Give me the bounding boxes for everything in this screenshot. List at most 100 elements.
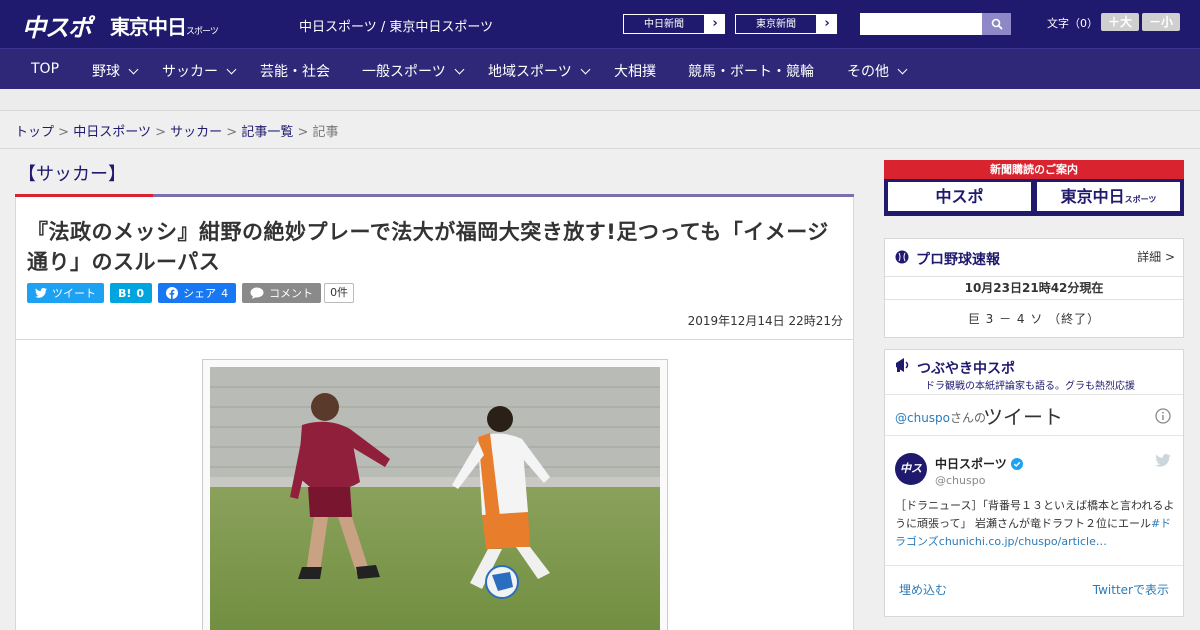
published-date: 2019年12月14日 22時21分	[687, 314, 843, 328]
font-smaller-button[interactable]: －小	[1142, 13, 1180, 31]
facebook-label: シェア	[183, 287, 217, 300]
tweet-button[interactable]: ツイート	[27, 283, 104, 303]
search-button[interactable]	[982, 13, 1011, 35]
info-icon[interactable]	[1155, 408, 1171, 424]
divider	[0, 148, 1200, 149]
subscription-tokyo[interactable]: 東京中日スポーツ	[1037, 182, 1180, 211]
breadcrumb-separator: >	[226, 125, 238, 140]
baseball-scores-box: プロ野球速報 詳細 > 10月23日21時42分現在 巨 3 － 4 ソ （終了…	[884, 238, 1184, 338]
tweets-title: つぶやき中スポ	[917, 361, 1015, 377]
font-size-label: 文字（0）	[1047, 17, 1098, 30]
nav-label: 芸能・社会	[260, 64, 330, 80]
facebook-icon	[166, 287, 179, 299]
facebook-count: 4	[221, 286, 229, 300]
tweet-text: ［ドラニュース］「背番号１３といえば橋本と言われるように頑張って」 岩瀬さんが竜…	[895, 497, 1175, 553]
tweet-link[interactable]: chunichi.co.jp/chuspo/article…	[939, 535, 1107, 548]
view-on-twitter-link[interactable]: Twitterで表示	[1093, 581, 1169, 598]
nav-label: その他	[847, 64, 889, 80]
chevron-down-icon	[226, 64, 237, 74]
verified-badge-icon	[1010, 458, 1023, 470]
tokyo-shimbun-link[interactable]: 東京新聞 ›	[734, 13, 838, 35]
nav-item-other[interactable]: その他	[847, 61, 908, 81]
nav-item-entertainment[interactable]: 芸能・社会	[260, 61, 330, 81]
baseball-detail-link[interactable]: 詳細 >	[1137, 248, 1175, 265]
breadcrumb-chunichi-sports[interactable]: 中日スポーツ	[73, 125, 151, 140]
nav-label: 一般スポーツ	[362, 64, 446, 80]
header-spacer	[0, 89, 1200, 111]
subscription-chuspo[interactable]: 中スポ	[888, 182, 1031, 211]
nav-label: 競馬・ボート・競輪	[688, 64, 814, 80]
hatena-icon: B!	[118, 286, 132, 300]
breadcrumb-separator: >	[297, 125, 309, 140]
nav-item-baseball[interactable]: 野球	[92, 61, 139, 81]
account-name[interactable]: 中日スポーツ	[935, 455, 1023, 472]
embed-link[interactable]: 埋め込む	[899, 581, 947, 598]
breadcrumb-current: 記事	[312, 125, 339, 140]
tweets-heading: ツイート	[983, 405, 1063, 429]
nav-item-local-sports[interactable]: 地域スポーツ	[488, 61, 591, 81]
handle-text: @chuspo	[895, 411, 951, 425]
nav-item-soccer[interactable]: サッカー	[162, 61, 237, 81]
tweet-label: ツイート	[52, 287, 96, 300]
search-input[interactable]	[860, 13, 982, 35]
share-buttons: ツイート B! 0 シェア 4 コメント 0件	[27, 283, 355, 303]
baseball-title: プロ野球速報	[916, 252, 1000, 268]
article-headline: 『法政のメッシ』紺野の絶妙プレーで法大が福岡大突き放す!足つっても「イメージ通り…	[27, 220, 829, 274]
account-avatar[interactable]: 中ス	[895, 453, 927, 485]
chevron-down-icon	[454, 64, 465, 74]
hatena-bookmark-button[interactable]: B! 0	[110, 283, 153, 303]
twitter-bird-icon[interactable]	[1155, 454, 1171, 467]
nav-label: 野球	[92, 64, 120, 80]
article-header: 『法政のメッシ』紺野の絶妙プレーで法大が福岡大突き放す!足つっても「イメージ通り…	[15, 197, 854, 340]
tweets-subtitle: ドラ観戦の本紙評論家も語る。グラも熱烈応援	[925, 381, 1135, 392]
article-photo[interactable]	[210, 367, 660, 630]
font-bigger-button[interactable]: ＋大	[1101, 13, 1139, 31]
tokyo-chunichi-logo[interactable]: 東京中日スポーツ	[110, 11, 219, 40]
facebook-share-button[interactable]: シェア 4	[158, 283, 237, 303]
chunichi-shimbun-link[interactable]: 中日新聞 ›	[622, 13, 726, 35]
nav-item-top[interactable]: TOP	[31, 61, 59, 77]
nav-label: 地域スポーツ	[488, 64, 572, 80]
link-label: 中日新聞	[623, 14, 705, 34]
nav-item-racing[interactable]: 競馬・ボート・競輪	[688, 61, 814, 81]
twitter-handle-link[interactable]: @chuspoさんの	[895, 409, 986, 426]
breadcrumb-article-list[interactable]: 記事一覧	[241, 125, 293, 140]
chevron-right-icon: ›	[705, 14, 725, 34]
main-nav: TOP 野球 サッカー 芸能・社会 一般スポーツ 地域スポーツ 大相撲 競馬・ボ…	[0, 48, 1200, 89]
breadcrumb-soccer[interactable]: サッカー	[170, 125, 222, 140]
tweet-widget-footer: 埋め込む Twitterで表示	[885, 565, 1183, 609]
game-score[interactable]: 巨 3 － 4 ソ （終了）	[885, 310, 1183, 327]
tweet-body: ［ドラニュース］「背番号１３といえば橋本と言われるように頑張って」 岩瀬さんが竜…	[895, 499, 1175, 530]
nav-label: サッカー	[162, 64, 218, 80]
nav-label: 大相撲	[614, 64, 656, 80]
chevron-down-icon	[897, 64, 908, 74]
comment-label: コメント	[269, 287, 314, 300]
nav-label: TOP	[31, 61, 60, 77]
breadcrumb-separator: >	[58, 125, 70, 140]
megaphone-icon	[896, 358, 909, 372]
site-title: 中日スポーツ / 東京中日スポーツ	[299, 20, 494, 35]
search-icon	[991, 18, 1003, 30]
score-updated-time: 10月23日21時42分現在	[885, 276, 1183, 300]
nav-item-general-sports[interactable]: 一般スポーツ	[362, 61, 465, 81]
subscription-banner[interactable]: 新聞購読のご案内 中スポ 東京中日スポーツ	[884, 160, 1184, 216]
chevron-right-icon: ›	[817, 14, 837, 34]
twitter-bird-icon	[35, 288, 47, 298]
tokyo-tile-main: 東京中日	[1060, 187, 1125, 206]
article-photo-frame	[202, 359, 668, 630]
comment-count: 0件	[324, 283, 355, 303]
tokyo-logo-sub: スポーツ	[186, 27, 219, 37]
tokyo-tile-sub: スポーツ	[1124, 195, 1157, 204]
site-header: 中スポ 東京中日スポーツ 中日スポーツ / 東京中日スポーツ 中日新聞 › 東京…	[0, 0, 1200, 48]
category-title: 【サッカー】	[18, 164, 126, 185]
speech-bubble-icon	[250, 287, 264, 299]
breadcrumb: トップ > 中日スポーツ > サッカー > 記事一覧 > 記事	[15, 121, 339, 140]
link-label: 東京新聞	[735, 14, 817, 34]
breadcrumb-separator: >	[155, 125, 166, 140]
chuspo-logo[interactable]: 中スポ	[22, 8, 92, 43]
account-handle[interactable]: @chuspo	[935, 474, 985, 487]
chevron-down-icon	[128, 64, 139, 74]
comment-button[interactable]: コメント	[242, 283, 322, 303]
breadcrumb-top[interactable]: トップ	[15, 125, 54, 140]
nav-item-sumo[interactable]: 大相撲	[614, 61, 656, 81]
